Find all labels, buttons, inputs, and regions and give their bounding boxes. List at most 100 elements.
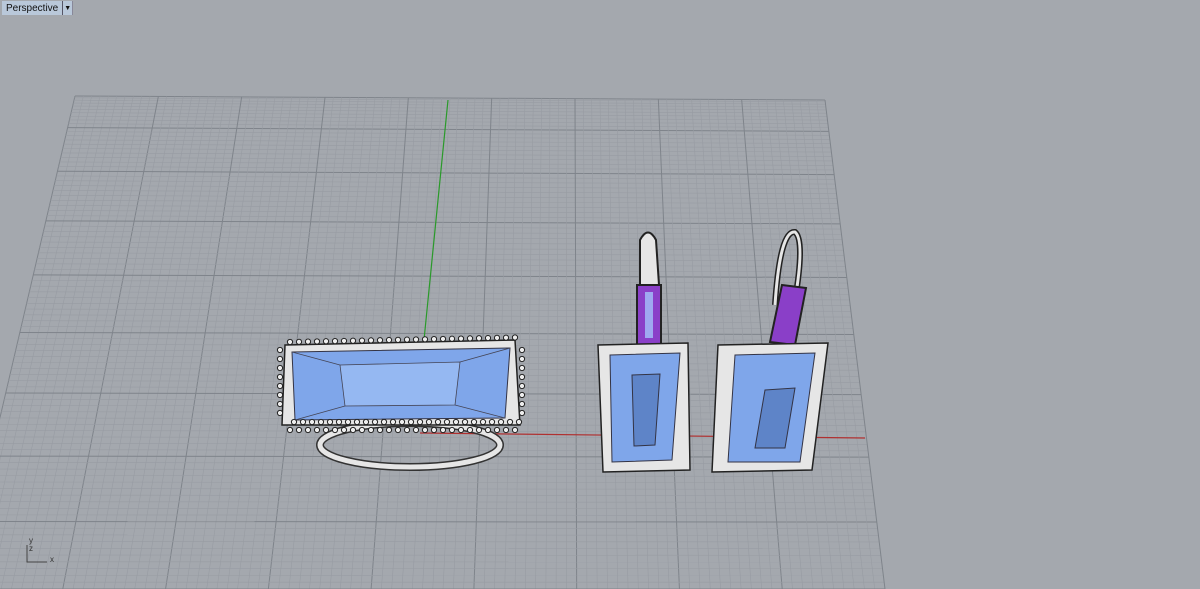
grid-line <box>0 521 877 523</box>
prong <box>506 418 514 426</box>
prong <box>497 418 505 426</box>
perspective-viewport[interactable] <box>0 0 1200 589</box>
prong <box>349 426 357 434</box>
prong <box>466 335 474 342</box>
prong <box>286 426 294 434</box>
prong <box>385 426 393 434</box>
earring-right <box>711 229 829 473</box>
prong <box>403 426 411 434</box>
grid-line <box>0 514 876 516</box>
prong <box>322 426 330 434</box>
prong <box>518 391 526 399</box>
prong <box>295 338 303 345</box>
prong <box>452 418 460 426</box>
prong <box>313 338 321 345</box>
prong <box>461 418 469 426</box>
prong <box>518 364 526 372</box>
prong <box>502 334 510 341</box>
prong <box>317 418 325 426</box>
prong <box>276 355 284 363</box>
prong <box>295 426 303 434</box>
prong <box>367 337 375 344</box>
prong <box>407 418 415 426</box>
grid-line <box>0 475 872 477</box>
prong <box>457 426 465 434</box>
prong <box>299 418 307 426</box>
prong <box>518 409 526 417</box>
prong <box>398 418 406 426</box>
prong <box>331 338 339 345</box>
prong <box>518 346 526 354</box>
prong <box>385 336 393 344</box>
prong <box>443 418 451 426</box>
prong <box>276 346 284 354</box>
viewport-title[interactable]: Perspective <box>2 3 62 14</box>
prong <box>412 426 420 434</box>
prong <box>358 337 366 344</box>
prong <box>313 426 321 434</box>
prong <box>367 426 375 434</box>
prong <box>511 426 519 434</box>
prong <box>479 418 487 426</box>
prong <box>290 418 298 426</box>
viewport-title-tab[interactable]: Perspective ▼ <box>2 1 74 15</box>
prong <box>331 426 339 434</box>
prong <box>493 426 501 434</box>
prong <box>502 426 510 434</box>
prong <box>276 364 284 372</box>
prong <box>430 426 438 434</box>
prong <box>518 382 526 390</box>
prong <box>448 335 456 342</box>
prong <box>439 426 447 434</box>
prong <box>394 336 402 343</box>
prong <box>358 426 366 434</box>
prong <box>304 338 312 345</box>
prong <box>371 418 379 426</box>
prong <box>276 400 284 408</box>
prong <box>344 418 352 426</box>
prong <box>518 373 526 381</box>
prong <box>493 334 501 341</box>
grid-line <box>0 481 872 484</box>
prong <box>515 418 523 426</box>
prong <box>421 336 429 343</box>
prong <box>286 338 294 346</box>
prong <box>425 418 433 426</box>
prong <box>475 426 483 434</box>
prong <box>457 335 465 342</box>
axis-label-x: x <box>50 555 54 564</box>
prong <box>403 336 411 343</box>
prong <box>276 391 284 399</box>
prong <box>416 418 424 426</box>
grid-line <box>0 507 876 510</box>
axis-label-z: z <box>29 544 33 553</box>
y-axis-line <box>421 99 449 361</box>
prong <box>376 337 384 344</box>
prong <box>488 418 496 426</box>
prong <box>335 418 343 426</box>
prong <box>304 426 312 434</box>
prong <box>376 426 384 434</box>
prong <box>362 418 370 426</box>
prong <box>276 409 284 417</box>
prong <box>349 337 357 344</box>
prong <box>412 336 420 343</box>
prong <box>326 418 334 426</box>
prong <box>475 335 483 342</box>
grid-line <box>0 501 875 503</box>
prong <box>340 337 348 345</box>
prong <box>380 418 388 426</box>
prong <box>470 418 478 426</box>
prong <box>439 335 447 343</box>
prong <box>430 336 438 343</box>
grid-line <box>0 494 874 497</box>
prong <box>308 418 316 426</box>
prong <box>322 338 330 345</box>
prong <box>448 426 456 434</box>
prong <box>353 418 361 426</box>
prong <box>518 400 526 408</box>
triangle-down-icon[interactable]: ▼ <box>62 1 72 15</box>
prong <box>511 334 519 341</box>
prong <box>421 426 429 434</box>
prong <box>434 418 442 426</box>
